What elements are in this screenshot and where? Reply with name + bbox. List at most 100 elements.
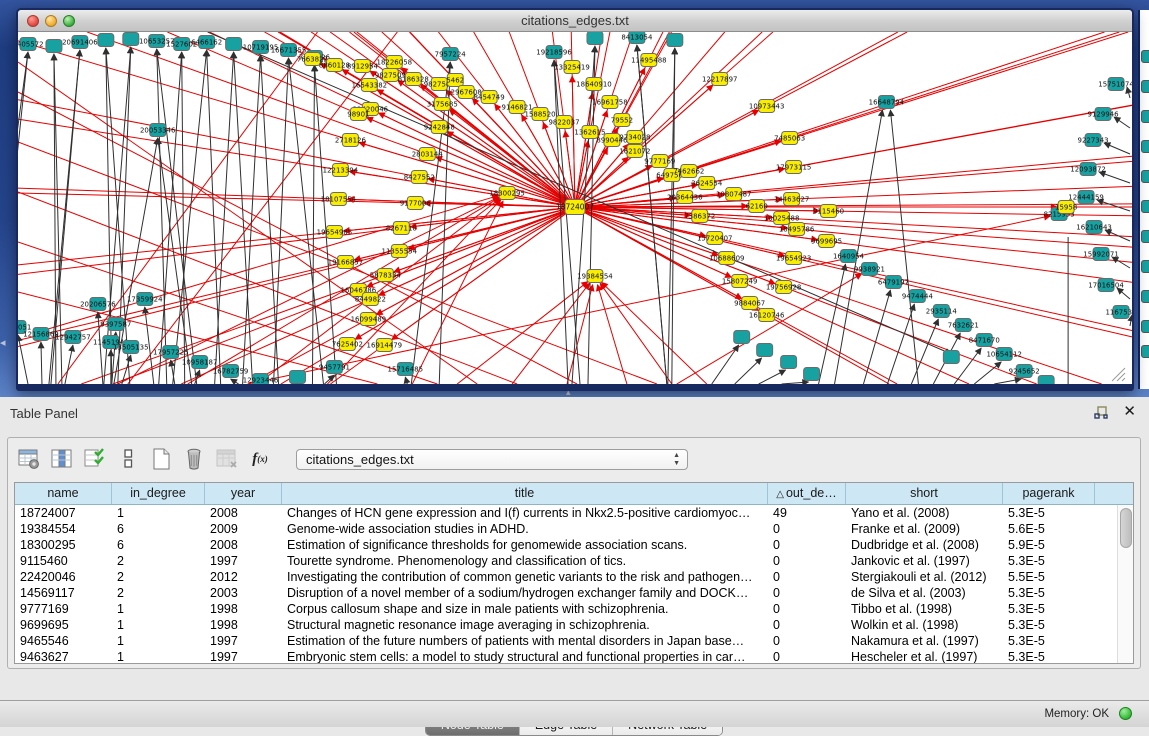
table-row[interactable]: 946362711997Embryonic stem cells: a mode… — [15, 649, 1133, 664]
table-row[interactable]: 1456911722003Disruption of a novel membe… — [15, 585, 1133, 601]
float-window-icon[interactable] — [1093, 405, 1109, 421]
graph-node[interactable] — [123, 33, 139, 46]
graph-node-label: 1167534 — [1105, 308, 1132, 316]
graph-node-label: 12093872 — [1070, 165, 1106, 173]
table-row[interactable]: 969969511998Structural magnetic resonanc… — [15, 617, 1133, 633]
scrollbar-thumb[interactable] — [1120, 508, 1132, 548]
graph-node-label: 19654923 — [776, 254, 812, 262]
graph-node-label: 15992071 — [1083, 250, 1119, 258]
graph-node-label: 11495488 — [631, 56, 667, 64]
graph-node[interactable] — [1141, 345, 1149, 358]
table-row[interactable]: 1872400712008Changes of HCN gene express… — [15, 505, 1133, 521]
column-header[interactable]: year — [205, 483, 282, 504]
column-header[interactable]: pagerank — [1003, 483, 1095, 504]
graph-node-label: 18640910 — [576, 80, 612, 88]
table-cell: 2012 — [205, 569, 282, 585]
graph-node[interactable] — [781, 356, 797, 369]
import-table-icon-disabled — [214, 446, 240, 472]
graph-node[interactable] — [1038, 376, 1054, 385]
graph-node-label: 20206576 — [80, 300, 116, 308]
graph-node[interactable] — [1141, 170, 1149, 183]
graph-edge — [1122, 378, 1125, 381]
row-height-icon[interactable] — [115, 446, 141, 472]
show-columns-icon[interactable] — [49, 446, 75, 472]
graph-node[interactable] — [757, 344, 773, 357]
graph-edge — [819, 264, 846, 384]
network-graph[interactable]: 2405572206914061065325715276026466162107… — [18, 32, 1132, 384]
graph-node[interactable] — [804, 368, 820, 381]
delete-icon[interactable] — [181, 446, 207, 472]
graph-node-label: 15958 — [1055, 203, 1077, 211]
graph-node-label: 9177006 — [400, 199, 431, 207]
graph-node[interactable] — [943, 351, 959, 364]
graph-node[interactable] — [587, 32, 603, 45]
table-cell: Hescheler et al. (1997) — [846, 649, 1003, 664]
graph-node-label: 16914479 — [367, 341, 403, 349]
graph-node[interactable] — [226, 38, 242, 51]
graph-node-label: 18495786 — [779, 225, 815, 233]
table-settings-icon[interactable] — [16, 446, 42, 472]
graph-edge — [887, 304, 914, 384]
table-cell: 1998 — [205, 617, 282, 633]
graph-node-label: 9699695 — [811, 237, 842, 245]
graph-node-label: 10807487 — [716, 190, 752, 198]
table-cell: Estimation of significance thresholds fo… — [282, 537, 768, 553]
graph-node[interactable] — [98, 34, 114, 47]
table-cell: 5.3E-5 — [1003, 505, 1095, 521]
graph-node-label: 10654112 — [986, 350, 1022, 358]
window-titlebar[interactable]: citations_edges.txt — [18, 10, 1132, 32]
table-row[interactable]: 2242004622012Investigating the contribut… — [15, 569, 1133, 585]
graph-node-label: 12923446 — [243, 376, 279, 384]
table-cell: 1 — [112, 633, 205, 649]
graph-node[interactable] — [1141, 50, 1149, 63]
graph-edge — [405, 377, 407, 384]
window-title: citations_edges.txt — [18, 13, 1132, 28]
graph-node-label: 62160 — [746, 202, 768, 210]
column-header[interactable]: title — [282, 483, 768, 504]
table-row[interactable]: 911546021997Tourette syndrome. Phenomeno… — [15, 553, 1133, 569]
network-view-window[interactable]: citations_edges.txt 24055722069140610653… — [16, 8, 1134, 391]
column-header[interactable]: name — [15, 483, 112, 504]
close-icon[interactable]: ✕ — [1123, 402, 1136, 420]
function-builder-icon[interactable]: f(x) — [247, 446, 273, 472]
table-row[interactable]: 977716911998Corpus callosum shape and si… — [15, 601, 1133, 617]
new-file-icon[interactable] — [148, 446, 174, 472]
graph-node[interactable] — [1141, 140, 1149, 153]
table-row[interactable]: 1830029562008Estimation of significance … — [15, 537, 1133, 553]
table-row[interactable]: 946554611997Estimation of the future num… — [15, 633, 1133, 649]
graph-node[interactable] — [46, 40, 62, 53]
column-header[interactable]: △out_de… — [768, 483, 846, 504]
graph-node-label: 19166857 — [328, 258, 364, 266]
table-cell: 0 — [768, 537, 846, 553]
table-cell: 5.5E-5 — [1003, 569, 1095, 585]
graph-edge — [207, 50, 221, 384]
graph-node[interactable] — [734, 331, 750, 344]
graph-node[interactable] — [1141, 260, 1149, 273]
table-source-dropdown[interactable]: citations_edges.txt ▲▼ — [296, 449, 688, 470]
table-cell: 0 — [768, 601, 846, 617]
graph-node[interactable] — [1141, 290, 1149, 303]
graph-node-label: 8427552 — [404, 173, 435, 181]
collapse-panel-arrow-icon[interactable]: ◂ — [0, 338, 6, 349]
graph-node-label: 9245652 — [1009, 367, 1040, 375]
graph-node[interactable] — [667, 34, 683, 47]
table-cell: 0 — [768, 617, 846, 633]
graph-node[interactable] — [1141, 110, 1149, 123]
column-header[interactable]: in_degree — [112, 483, 205, 504]
graph-node-label: 16648794 — [869, 98, 905, 106]
select-rows-icon[interactable] — [82, 446, 108, 472]
graph-node[interactable] — [1141, 80, 1149, 93]
graph-node[interactable] — [290, 371, 306, 384]
graph-node[interactable] — [1141, 320, 1149, 333]
graph-edge — [118, 47, 131, 384]
vertical-scrollbar[interactable] — [1117, 505, 1133, 663]
network-canvas[interactable]: 2405572206914061065325715276026466162107… — [18, 32, 1132, 384]
table-row[interactable]: 1938455462009Genome-wide association stu… — [15, 521, 1133, 537]
graph-node[interactable] — [1141, 230, 1149, 243]
graph-node[interactable] — [1141, 200, 1149, 213]
table-cell: 9699695 — [15, 617, 112, 633]
graph-node-label: 7625402 — [332, 340, 363, 348]
table-cell: Nakamura et al. (1997) — [846, 633, 1003, 649]
graph-node-label: 14463627 — [774, 195, 810, 203]
column-header[interactable]: short — [846, 483, 1003, 504]
